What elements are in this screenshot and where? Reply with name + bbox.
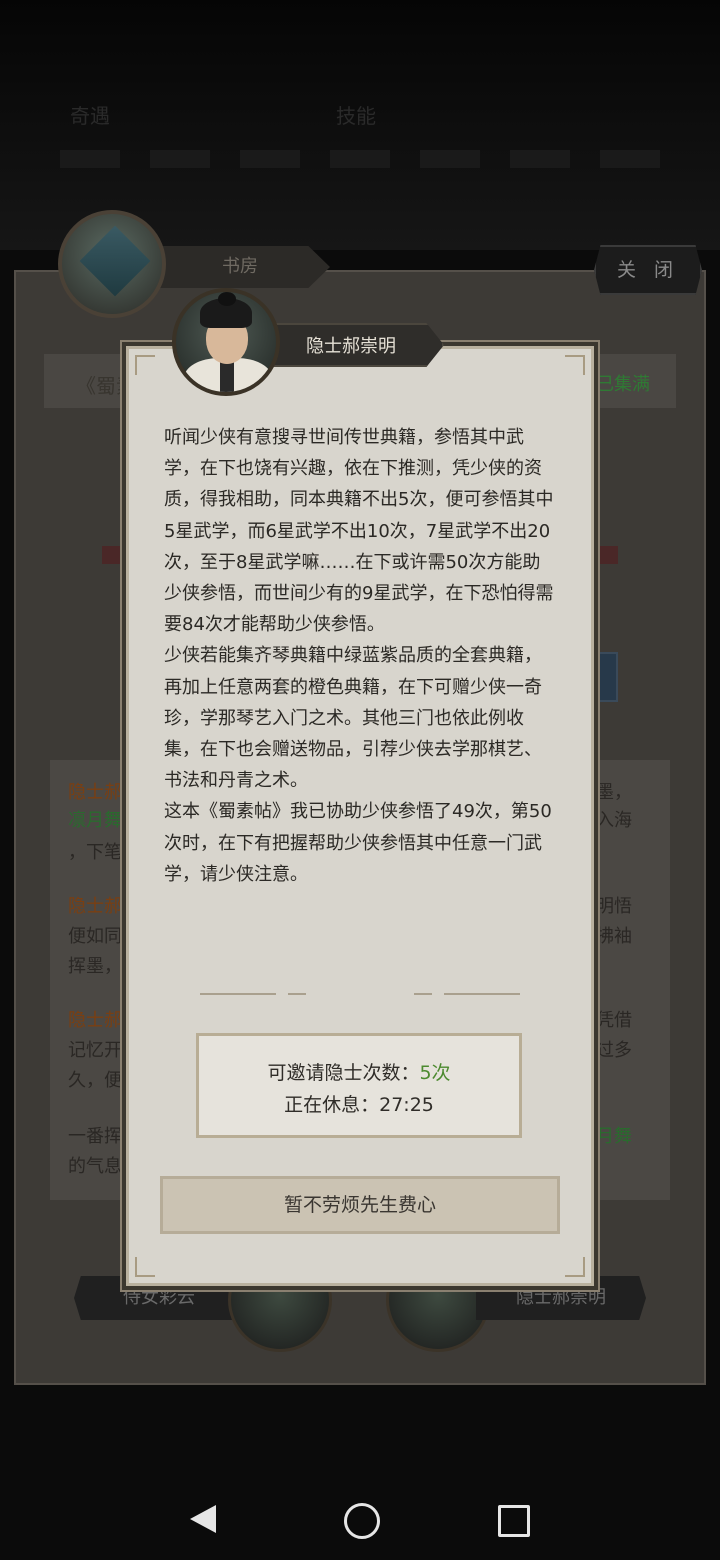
log-line: 凛月舞 bbox=[68, 810, 122, 831]
log-line: 挥墨， bbox=[68, 956, 122, 977]
speaker-name: 隐士郝崇明 bbox=[306, 336, 396, 357]
study-tab: 书房 bbox=[150, 246, 330, 288]
close-button[interactable]: 关 闭 bbox=[594, 245, 702, 295]
log-line: 凭借 bbox=[596, 1010, 632, 1031]
invite-count-row: 可邀请隐士次数：5次 bbox=[199, 1058, 519, 1085]
rest-timer-value: 27:25 bbox=[379, 1094, 434, 1116]
corner-ornament bbox=[135, 355, 155, 375]
log-line: 明悟 bbox=[596, 896, 632, 917]
log-line: 的气息 bbox=[68, 1156, 122, 1177]
log-line: 过多 bbox=[596, 1040, 632, 1061]
decline-button[interactable]: 暂不劳烦先生费心 bbox=[160, 1176, 560, 1234]
corner-ornament bbox=[135, 1257, 155, 1277]
top-title-left: 奇遇 bbox=[70, 104, 110, 128]
corner-ornament bbox=[565, 1257, 585, 1277]
log-line: ，下笔 bbox=[68, 842, 122, 863]
recent-apps-icon[interactable] bbox=[498, 1505, 530, 1537]
hermit-avatar bbox=[172, 288, 280, 396]
rest-timer-row: 正在休息：27:25 bbox=[199, 1090, 519, 1117]
log-line: 月舞 bbox=[596, 1126, 632, 1147]
log-line: 一番挥 bbox=[68, 1126, 122, 1147]
collected-status: 已集满 bbox=[596, 374, 650, 395]
log-line: 便如同 bbox=[68, 926, 122, 947]
log-line: 记忆开 bbox=[68, 1040, 122, 1061]
log-line: 墨， bbox=[596, 782, 632, 803]
log-line: 隐士郝 bbox=[68, 782, 122, 803]
study-building-icon bbox=[58, 210, 166, 318]
rest-timer-label: 正在休息： bbox=[284, 1094, 380, 1116]
top-title-right: 技能 bbox=[336, 104, 376, 128]
log-line: 隐士郝 bbox=[68, 896, 122, 917]
invite-info-box: 可邀请隐士次数：5次 正在休息：27:25 bbox=[196, 1033, 522, 1138]
log-line: 隐士郝 bbox=[68, 1010, 122, 1031]
dialog-story-text: 听闻少侠有意搜寻世间传世典籍，参悟其中武学，在下也饶有兴趣，依在下推测，凭少侠的… bbox=[164, 427, 554, 885]
top-subtitle-strip bbox=[60, 150, 660, 168]
log-line: 拂袖 bbox=[596, 926, 632, 947]
ornamental-divider bbox=[200, 992, 520, 996]
corner-ornament bbox=[565, 355, 585, 375]
log-line: 入海 bbox=[596, 810, 632, 831]
log-line: 久，便 bbox=[68, 1070, 122, 1091]
home-icon[interactable] bbox=[344, 1503, 380, 1539]
invite-count-label: 可邀请隐士次数： bbox=[267, 1062, 420, 1084]
invite-count-value: 5次 bbox=[419, 1062, 451, 1084]
back-icon[interactable] bbox=[190, 1505, 216, 1533]
